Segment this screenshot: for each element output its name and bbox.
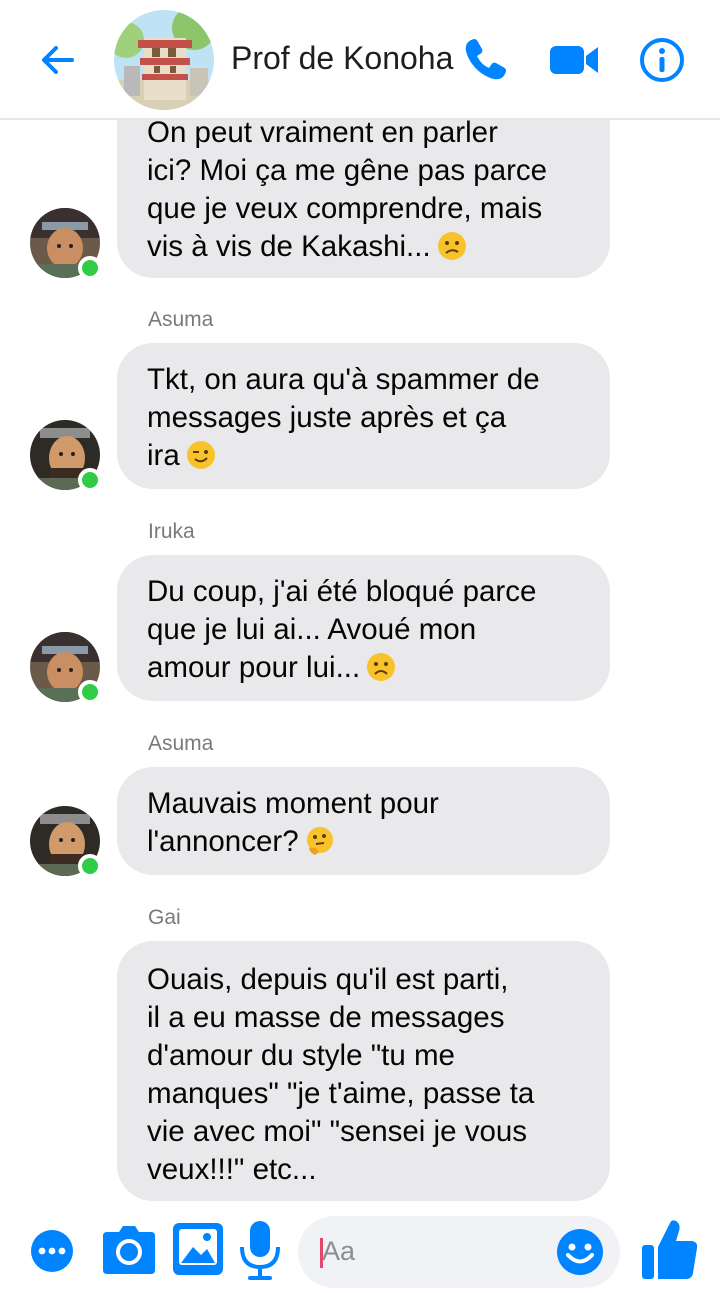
message-line: il a eu masse de messages: [147, 1001, 505, 1034]
message-composer: Aa: [0, 1205, 720, 1293]
message-line: que je veux comprendre, mais: [147, 192, 543, 225]
arrow-left-icon[interactable]: [36, 38, 80, 82]
message-line: On peut vraiment en parler: [147, 120, 498, 149]
sender-name: Iruka: [148, 520, 195, 543]
message-line: Ouais, depuis qu'il est parti,: [147, 963, 509, 996]
sender-name: Asuma: [148, 308, 214, 331]
message-line: ira: [147, 437, 590, 475]
message-line: Mauvais moment pour: [147, 787, 439, 820]
message-line: Tkt, on aura qu'à spammer de: [147, 363, 540, 396]
winking-face-emoji: [186, 441, 215, 469]
sad-face-emoji: [367, 653, 396, 681]
emoji-icon[interactable]: [556, 1228, 604, 1276]
sender-name: Asuma: [148, 732, 214, 755]
message-line: veux!!!" etc...: [147, 1153, 317, 1186]
microphone-icon[interactable]: [238, 1219, 282, 1283]
message-bubble[interactable]: Mauvais moment pour l'annoncer?: [117, 767, 610, 875]
message-bubble[interactable]: Tkt, on aura qu'à spammer de messages ju…: [117, 343, 610, 489]
image-gallery-icon[interactable]: [171, 1221, 225, 1277]
online-status-dot: [78, 680, 102, 704]
message-line: que je lui ai... Avoué mon: [147, 613, 477, 646]
chat-title: Prof de Konoha: [231, 40, 454, 76]
info-icon[interactable]: [634, 32, 690, 88]
phone-icon[interactable]: [457, 32, 513, 88]
message-line: amour pour lui...: [147, 649, 590, 687]
chat-header: Prof de Konoha: [0, 0, 720, 120]
more-options-icon[interactable]: [30, 1229, 74, 1273]
iruka-avatar[interactable]: [30, 208, 102, 280]
message-line: d'amour du style "tu me: [147, 1039, 455, 1072]
message-line: manques" "je t'aime, passe ta: [147, 1077, 535, 1110]
konoha-building-image: [114, 10, 214, 110]
online-status-dot: [78, 256, 102, 280]
message-line: Du coup, j'ai été bloqué parce: [147, 575, 537, 608]
thinking-face-emoji: [306, 827, 333, 855]
message-line: vie avec moi" "sensei je vous: [147, 1115, 528, 1148]
online-status-dot: [78, 854, 102, 878]
sender-name: Gai: [148, 906, 181, 929]
message-list[interactable]: On peut vraiment en parler ici? Moi ça m…: [0, 120, 720, 1205]
message-line: l'annoncer?: [147, 823, 590, 861]
camera-icon[interactable]: [101, 1224, 157, 1276]
message-bubble[interactable]: On peut vraiment en parler ici? Moi ça m…: [117, 120, 610, 278]
asuma-avatar[interactable]: [30, 420, 102, 492]
message-line: vis à vis de Kakashi...: [147, 228, 590, 266]
message-bubble[interactable]: Ouais, depuis qu'il est parti, il a eu m…: [117, 941, 610, 1201]
asuma-avatar[interactable]: [30, 806, 102, 878]
video-camera-icon[interactable]: [548, 32, 604, 88]
iruka-avatar[interactable]: [30, 632, 102, 704]
online-status-dot: [78, 468, 102, 492]
confused-face-emoji: [437, 232, 466, 260]
message-line: ici? Moi ça me gêne pas parce: [147, 154, 548, 187]
message-input[interactable]: Aa: [298, 1216, 620, 1288]
group-avatar[interactable]: [114, 10, 214, 110]
message-line: messages juste après et ça: [147, 401, 507, 434]
message-input-placeholder: Aa: [322, 1236, 356, 1266]
message-bubble[interactable]: Du coup, j'ai été bloqué parce que je lu…: [117, 555, 610, 701]
thumbs-up-icon[interactable]: [640, 1217, 700, 1283]
